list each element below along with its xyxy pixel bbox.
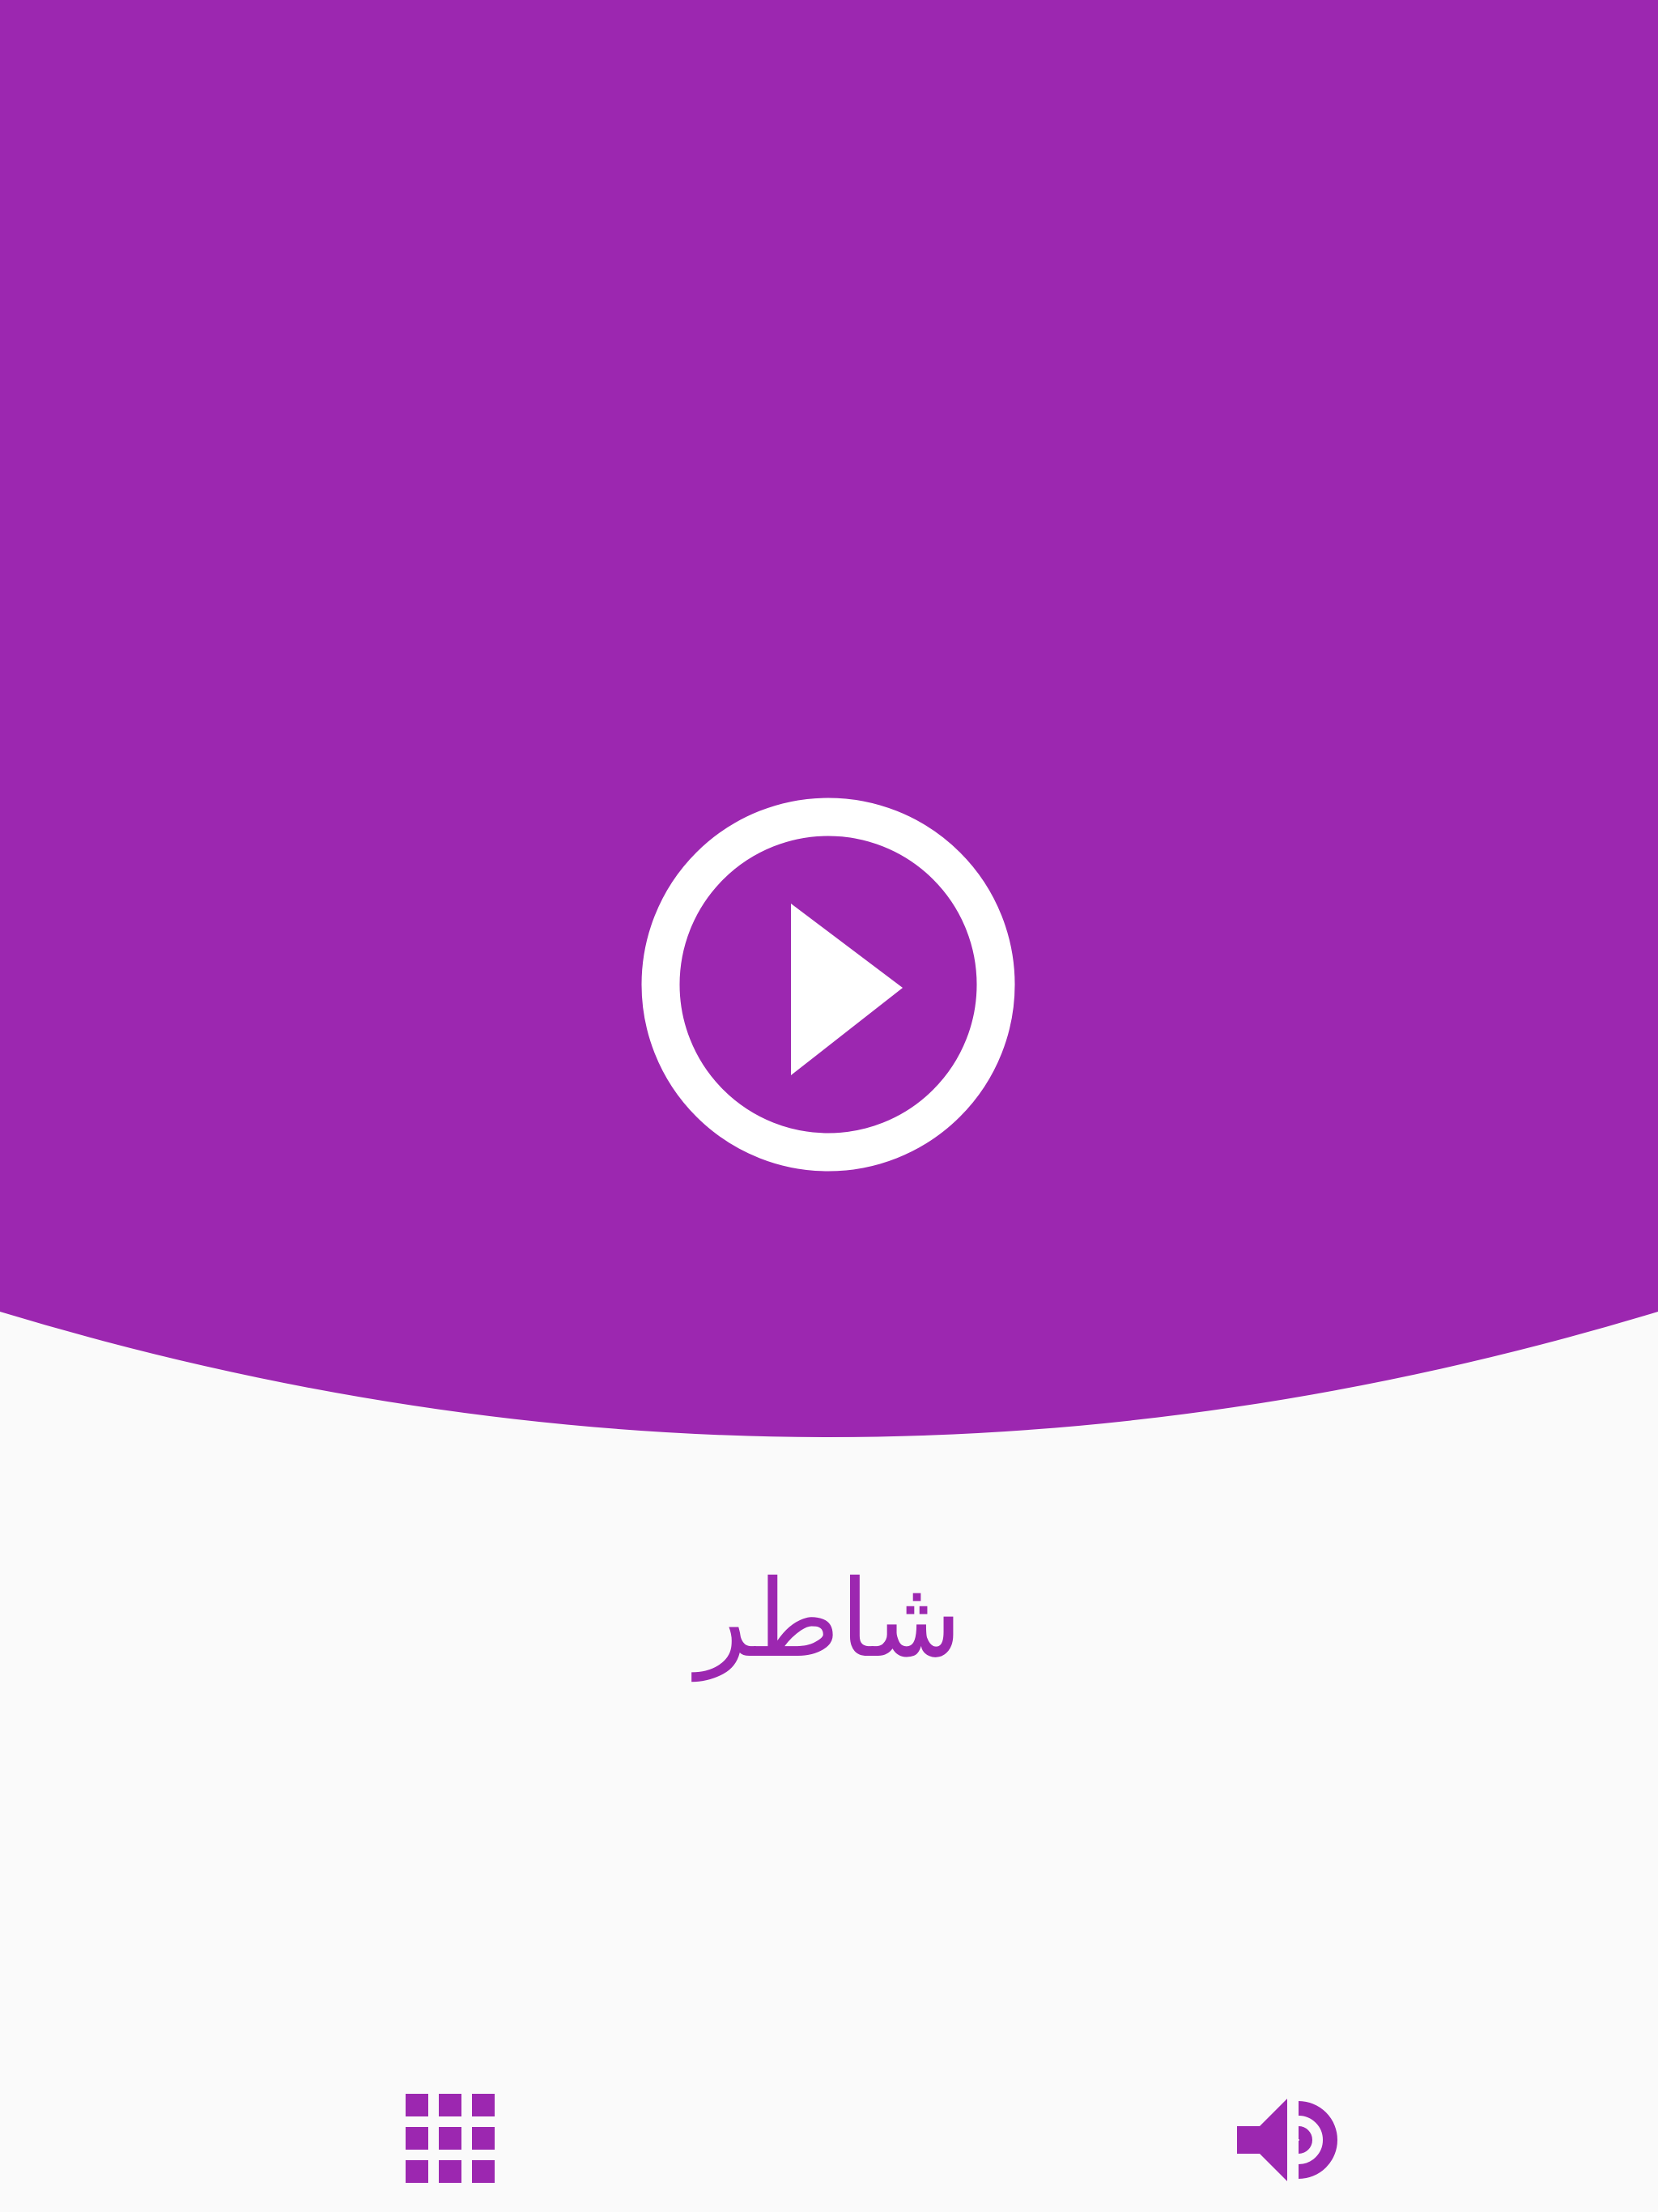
grid-icon [406, 2094, 495, 2183]
hero-background [0, 0, 1658, 1437]
play-button[interactable] [641, 798, 1015, 1172]
volume-up-icon [1237, 2099, 1337, 2181]
word-label: شاطر [695, 1557, 963, 1682]
play-circle-icon [641, 798, 1015, 1172]
grid-button[interactable] [401, 2089, 500, 2188]
sound-button[interactable] [1231, 2087, 1344, 2193]
flashcard-screen: شاطر [0, 0, 1658, 2212]
